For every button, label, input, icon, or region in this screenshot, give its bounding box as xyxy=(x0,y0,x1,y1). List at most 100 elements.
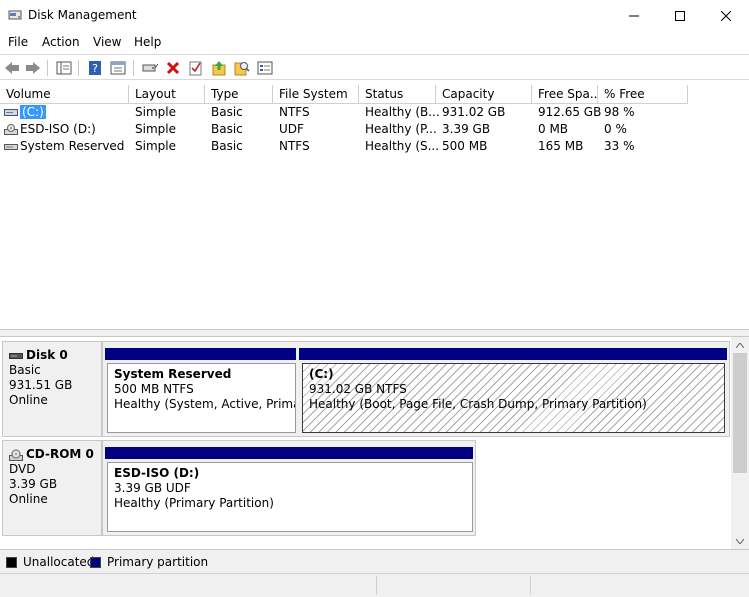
primary-partition-bar xyxy=(105,447,473,459)
legend-swatch-unallocated xyxy=(6,556,17,568)
cd-rom-icon xyxy=(9,449,23,461)
toolbar-separator xyxy=(78,60,79,76)
column-header-status[interactable]: Status xyxy=(359,85,436,104)
layout-cell: Simple xyxy=(135,105,176,119)
forward-button[interactable] xyxy=(24,59,42,77)
column-header-volume[interactable]: Volume xyxy=(0,85,129,104)
column-header-layout[interactable]: Layout xyxy=(129,85,205,104)
partition-esd-iso[interactable]: ESD-ISO (D:) 3.39 GB UDF Healthy (Primar… xyxy=(107,462,473,532)
disk-name: Disk 0 xyxy=(26,348,68,362)
disk-management-icon xyxy=(8,10,22,20)
search-icon xyxy=(234,62,250,76)
primary-partition-bar xyxy=(105,348,296,360)
capacity-cell: 500 MB xyxy=(442,139,488,153)
type-cell: Basic xyxy=(211,139,243,153)
menu-action[interactable]: Action xyxy=(42,35,80,49)
column-header-capacity[interactable]: Capacity xyxy=(436,85,532,104)
chevron-up-icon xyxy=(736,342,744,348)
menu-help[interactable]: Help xyxy=(134,35,161,49)
primary-partition-bar xyxy=(299,348,727,360)
column-header-file-system[interactable]: File System xyxy=(273,85,359,104)
disk-state: Online xyxy=(9,393,48,407)
status-cell: Healthy (S... xyxy=(365,139,440,153)
column-header-type[interactable]: Type xyxy=(205,85,273,104)
cd-rom-0-label[interactable]: CD-ROM 0 DVD 3.39 GB Online xyxy=(2,440,102,536)
legend-swatch-primary-partition xyxy=(90,556,101,568)
table-row[interactable]: System Reserved Simple Basic NTFS Health… xyxy=(0,138,749,155)
disk-title: CD-ROM 0 xyxy=(9,447,95,462)
partition-size: 500 MB NTFS xyxy=(114,382,194,396)
export-icon xyxy=(212,61,226,76)
disk-kind: DVD xyxy=(9,462,36,476)
partition-c-drive[interactable]: (C:) 931.02 GB NTFS Healthy (Boot, Page … xyxy=(302,363,725,433)
back-button[interactable] xyxy=(3,59,21,77)
disk-kind: Basic xyxy=(9,363,41,377)
toolbar-separator xyxy=(47,60,48,76)
check-button[interactable] xyxy=(187,59,205,77)
menu-view[interactable]: View xyxy=(93,35,121,49)
status-cell: Healthy (P... xyxy=(365,122,437,136)
volume-name: System Reserved xyxy=(20,139,125,153)
disk-graph-pane: Disk 0 Basic 931.51 GB Online System Res… xyxy=(0,337,749,549)
svg-text:?: ? xyxy=(92,62,98,75)
back-icon xyxy=(5,62,19,74)
disk-0-label[interactable]: Disk 0 Basic 931.51 GB Online xyxy=(2,341,102,437)
scroll-thumb[interactable] xyxy=(733,353,747,473)
disk-title: Disk 0 xyxy=(9,348,95,363)
file-system-cell: NTFS xyxy=(279,105,310,119)
cd-rom-0-partitions: ESD-ISO (D:) 3.39 GB UDF Healthy (Primar… xyxy=(102,440,476,536)
connect-disk-button[interactable] xyxy=(141,59,159,77)
delete-button[interactable] xyxy=(164,59,182,77)
scroll-up-button[interactable] xyxy=(731,337,749,353)
close-button[interactable] xyxy=(703,0,749,31)
volume-name: (C:) xyxy=(20,105,46,119)
volume-icon xyxy=(4,109,18,116)
vertical-scrollbar[interactable] xyxy=(731,337,749,549)
connect-disk-icon xyxy=(142,63,158,72)
pane-splitter[interactable] xyxy=(0,329,749,337)
help-button[interactable]: ? xyxy=(86,59,104,77)
column-header-free-space[interactable]: Free Spa... xyxy=(532,85,598,104)
maximize-button[interactable] xyxy=(657,0,703,31)
partition-size: 931.02 GB NTFS xyxy=(309,382,407,396)
table-row[interactable]: (C:) Simple Basic NTFS Healthy (B... 931… xyxy=(0,104,749,121)
scroll-down-button[interactable] xyxy=(731,533,749,549)
minimize-button[interactable] xyxy=(611,0,657,31)
partition-size: 3.39 GB UDF xyxy=(114,481,191,495)
status-segment-divider xyxy=(376,576,377,595)
properties-view-icon xyxy=(110,61,126,75)
minimize-icon xyxy=(629,15,639,16)
toolbar-separator xyxy=(133,60,134,76)
delete-icon xyxy=(166,61,180,75)
free-space-cell: 0 MB xyxy=(538,122,569,136)
partition-system-reserved[interactable]: System Reserved 500 MB NTFS Healthy (Sys… xyxy=(107,363,296,433)
volume-cell: (C:) xyxy=(20,104,46,121)
settings-panel-icon xyxy=(257,61,273,75)
layout-cell: Simple xyxy=(135,139,176,153)
settings-panel-button[interactable] xyxy=(256,59,274,77)
table-row[interactable]: ESD-ISO (D:) Simple Basic UDF Healthy (P… xyxy=(0,121,749,138)
column-header-percent-free[interactable]: % Free xyxy=(598,85,688,104)
export-button[interactable] xyxy=(210,59,228,77)
type-cell: Basic xyxy=(211,122,243,136)
search-button[interactable] xyxy=(233,59,251,77)
hard-disk-icon xyxy=(9,352,23,359)
forward-icon xyxy=(26,62,40,74)
status-segment-divider xyxy=(530,576,531,595)
close-icon xyxy=(721,10,731,21)
maximize-icon xyxy=(675,10,685,21)
legend-label: Primary partition xyxy=(107,555,209,569)
properties-view-button[interactable] xyxy=(109,59,127,77)
layout-cell: Simple xyxy=(135,122,176,136)
cd-volume-icon xyxy=(4,124,18,135)
chevron-down-icon xyxy=(736,538,744,544)
window-title: Disk Management xyxy=(28,8,137,22)
partition-name: (C:) xyxy=(309,367,334,381)
type-cell: Basic xyxy=(211,105,243,119)
capacity-cell: 3.39 GB xyxy=(442,122,491,136)
show-hide-tree-button[interactable] xyxy=(55,59,73,77)
partition-status: Healthy (System, Active, Primary P xyxy=(114,397,295,411)
file-system-cell: NTFS xyxy=(279,139,310,153)
free-space-cell: 165 MB xyxy=(538,139,584,153)
menu-file[interactable]: File xyxy=(8,35,28,49)
